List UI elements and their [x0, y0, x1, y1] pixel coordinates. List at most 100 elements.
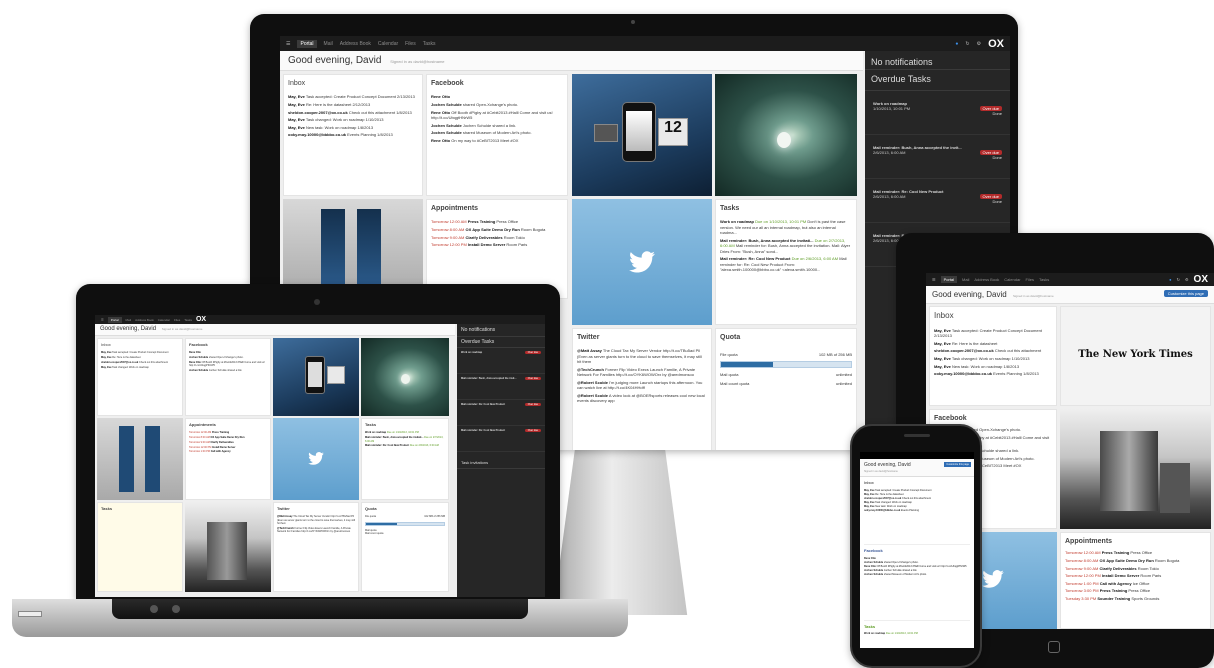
task-item[interactable]: Mail reminder: Bush, Anna accepted the i… — [365, 436, 445, 443]
inbox-item[interactable]: May, Eve Task accepted: Create Product C… — [934, 328, 1052, 339]
overdue-task[interactable]: Work on roadmap 1/10/2013, 10:01 PM Over d… — [865, 91, 1010, 135]
appointment-item[interactable]: Tomorrow 12:00 PM Install Demo Server — [189, 446, 267, 449]
inbox-item[interactable]: May, Eve Re: Here is the datasheet — [101, 356, 179, 359]
facebook-post[interactable]: Rene Otto — [189, 351, 267, 354]
tweet[interactable]: @TechCrunch Former Flip Video Execs Laun… — [577, 367, 707, 378]
nav-tasks[interactable]: Tasks — [184, 318, 192, 322]
task-item[interactable]: Mail reminder: Re: Cool New Product Due … — [365, 444, 445, 447]
appointment-item[interactable]: Tomorrow 9:00 AM Clarify Deliverables Ro… — [431, 235, 563, 240]
facebook-post[interactable]: Jochen Schulde shared Open-Xchange's pho… — [189, 356, 267, 359]
inbox-item[interactable]: May, Eve Task changed: Work on roadmap — [101, 366, 179, 369]
facebook-post[interactable]: Jochen Schulde Jochen Schulde shared a l… — [189, 369, 267, 372]
inbox-item[interactable]: May, Eve Re: Here is the datasheet — [934, 341, 1052, 346]
appointment-item[interactable]: Tomorrow 12:00 AM Press Training Press O… — [431, 219, 563, 224]
city-photo-tile[interactable] — [185, 502, 271, 592]
inbox-tile[interactable]: Inbox May, Eve Task accepted: Create Pro… — [929, 306, 1057, 406]
inbox-item[interactable]: May, Eve Task changed: Work on roadmap 1… — [288, 117, 418, 122]
task-item[interactable]: Work on roadmap Due on 1/10/2013, 10:01 … — [720, 219, 852, 235]
inbox-item[interactable]: ooky.moy.10000@bbbbo.co.uk Events Planni… — [864, 509, 970, 513]
facebook-post[interactable]: Rene Otto Off Booth #Pigby at #Cebit2013… — [189, 361, 267, 368]
nav-mail[interactable]: Mail — [962, 277, 969, 282]
notification-icon[interactable]: ● — [1169, 277, 1171, 282]
twitter-photo-tile[interactable] — [273, 418, 359, 500]
nav-tasks[interactable]: Tasks — [423, 41, 436, 47]
inbox-item[interactable]: sheldon.cooper.2007@ox.co.uk Check out t… — [288, 110, 418, 115]
banner-photo-tile[interactable] — [97, 418, 183, 500]
city-photo-tile[interactable] — [1060, 409, 1211, 529]
quota-tile[interactable]: Quota File quota 102 MB of 256 MB Mail qu… — [361, 502, 449, 592]
facebook-post[interactable]: Rene Otto Off Booth #Pigby at #Cebit2013… — [431, 110, 563, 121]
nav-portal[interactable]: Portal — [940, 276, 958, 283]
inbox-item[interactable]: ooky.moy.10000@bbbbo.co.uk Events Planni… — [934, 371, 1052, 376]
phone-photo-tile[interactable] — [273, 338, 359, 416]
facebook-post[interactable]: Rene Otto On my way to #CeBIT2013 Meet #… — [431, 138, 563, 143]
task-item[interactable]: Mail reminder: Re: Cool New Product Due … — [720, 256, 852, 272]
twitter-tile[interactable]: Twitter @Matt Assay The Cloud Tax My Ser… — [273, 502, 359, 592]
nav-files[interactable]: Files — [405, 41, 416, 47]
menu-icon[interactable]: ☰ — [286, 41, 290, 47]
gear-icon[interactable]: ⚙ — [1185, 277, 1189, 282]
customize-page-button[interactable]: Customize this page — [944, 462, 971, 467]
appointments-tile[interactable]: Appointments Tomorrow 12:00 AM Press Tra… — [185, 418, 271, 500]
facebook-post[interactable]: Rene Otto — [431, 94, 563, 99]
facebook-post[interactable]: Jochen Schulde shared Museum of Modern A… — [431, 130, 563, 135]
done-button[interactable]: Done — [873, 199, 1002, 204]
task-item[interactable]: Mail reminder: Bush, Anna accepted the i… — [720, 238, 852, 254]
nav-address-book[interactable]: Address Book — [135, 318, 154, 322]
flower-photo-tile[interactable] — [715, 74, 857, 196]
nav-files[interactable]: Files — [1026, 277, 1034, 282]
inbox-item[interactable]: ooky.moy.10000@bbbbo.co.uk Events Planni… — [288, 132, 418, 137]
appointment-item[interactable]: Tomorrow 1:00 PM Call with Agency — [189, 450, 267, 453]
phone-photo-tile[interactable]: 12 — [572, 74, 712, 196]
twitter-photo-tile[interactable] — [572, 199, 712, 325]
nav-portal[interactable]: Portal — [297, 39, 317, 48]
tweet[interactable]: @Robert Scoble I'm judging more Launch s… — [577, 380, 707, 391]
inbox-item[interactable]: May, Eve New task: Work on roadmap 1/8/2… — [288, 125, 418, 130]
appointment-item[interactable]: Tomorrow 9:00 AM Clarify Deliverables Ro… — [1065, 566, 1206, 571]
appointment-item[interactable]: Tomorrow 1:00 PM Call with Agency Ice Of… — [1065, 581, 1206, 586]
appointment-item[interactable]: Tomorrow 8:00 AM OX App Suite Demo Dry R… — [189, 436, 267, 439]
appointment-item[interactable]: Tomorrow 8:00 AM OX App Suite Demo Dry R… — [431, 227, 563, 232]
facebook-post[interactable]: Jochen Schulde shared Open-Xchange's pho… — [431, 102, 563, 107]
customize-page-button[interactable]: Customize this page — [1163, 290, 1208, 297]
inbox-item[interactable]: May, Eve Re: Here is the datasheet 2/12/… — [288, 102, 418, 107]
done-button[interactable]: Done — [873, 155, 1002, 160]
menu-icon[interactable]: ☰ — [101, 318, 104, 322]
refresh-icon[interactable]: ↻ — [1177, 277, 1180, 282]
tweet[interactable]: @Matt Assay The Cloud Tax My Server Vend… — [577, 348, 707, 364]
gear-icon[interactable]: ⚙ — [977, 41, 981, 47]
inbox-tile[interactable]: Inbox May, Eve Task accepted: Create Pro… — [283, 74, 423, 196]
nav-calendar[interactable]: Calendar — [1004, 277, 1020, 282]
appointment-item[interactable]: Tomorrow 12:00 AM Press Training — [189, 431, 267, 434]
nav-tasks[interactable]: Tasks — [1039, 277, 1049, 282]
phone-facebook[interactable]: Facebook Rene Otto Jochen Schulde shared… — [864, 544, 970, 577]
appointment-item[interactable]: Tuesday 3:30 PM Sounder Training Sports … — [1065, 596, 1206, 601]
new-york-times-tile[interactable]: The New York Times — [1060, 306, 1211, 406]
appointments-tile[interactable]: Appointments Tomorrow 12:00 AM Press Tra… — [1060, 532, 1211, 629]
notification-icon[interactable]: ● — [955, 41, 958, 47]
quota-tile[interactable]: Quota File quota 102 MB of 256 MB Mail qu… — [715, 328, 857, 450]
task-item[interactable]: Work on roadmap Due on 1/10/2013, 10:01 … — [365, 431, 445, 434]
facebook-tile[interactable]: Facebook Rene Otto Jochen Schulde shared… — [426, 74, 568, 196]
tasks-tile[interactable]: Tasks Work on roadmap Due on 1/10/2013, … — [715, 199, 857, 325]
tweet[interactable]: @Matt Assay The Cloud Tax My Server Vend… — [277, 515, 355, 525]
appointment-item[interactable]: Tomorrow 8:00 AM OX App Suite Demo Dry R… — [1065, 558, 1206, 563]
inbox-item[interactable]: sheldon.cooper.2007@ox.co.uk Check out t… — [101, 361, 179, 364]
appointment-item[interactable]: Tomorrow 12:00 PM Install Demo Server Ro… — [1065, 573, 1206, 578]
inbox-item[interactable]: May, Eve Task changed: Work on roadmap 1… — [934, 356, 1052, 361]
tweet[interactable]: @TechCrunch Former Flip Video Execs Laun… — [277, 527, 355, 534]
nav-calendar[interactable]: Calendar — [158, 318, 170, 322]
nav-files[interactable]: Files — [174, 318, 180, 322]
nav-calendar[interactable]: Calendar — [378, 41, 398, 47]
inbox-item[interactable]: May, Eve Task accepted: Create Product C… — [101, 351, 179, 354]
inbox-item[interactable]: May, Eve Task accepted: Create Product C… — [288, 94, 418, 99]
nav-mail[interactable]: Mail — [324, 41, 333, 47]
nav-mail[interactable]: Mail — [126, 318, 132, 322]
phone-tasks[interactable]: Tasks Work on roadmap Due on 1/10/2013, … — [864, 620, 970, 636]
appointment-item[interactable]: Tomorrow 12:00 AM Press Training Press O… — [1065, 550, 1206, 555]
task-item[interactable]: Work on roadmap Due on 1/10/2013, 10:01 … — [864, 632, 970, 636]
tasks-summary-tile[interactable]: Tasks — [97, 502, 183, 592]
nav-address-book[interactable]: Address Book — [974, 277, 999, 282]
facebook-post[interactable]: Jochen Schulde Jochen Schulde shared a l… — [431, 123, 563, 128]
facebook-tile[interactable]: Facebook Rene Otto Jochen Schulde shared… — [185, 338, 271, 416]
